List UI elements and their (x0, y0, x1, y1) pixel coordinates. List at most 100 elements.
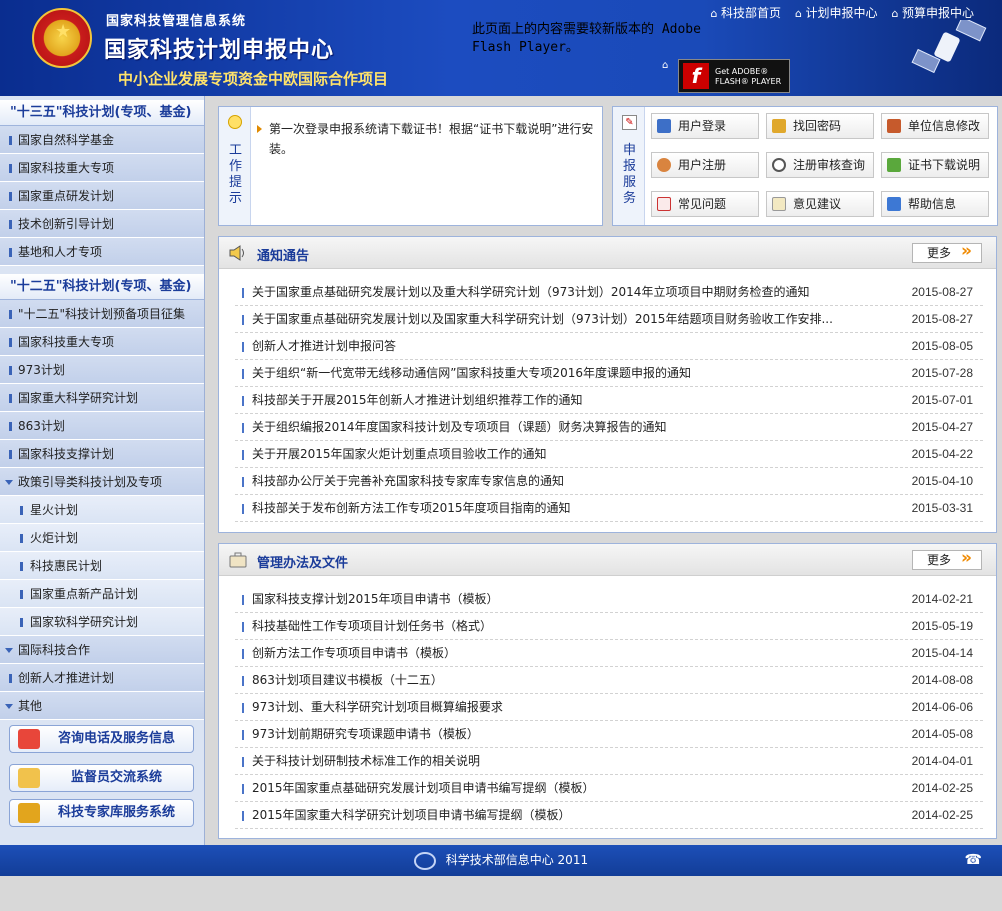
item-date: 2015-04-14 (911, 646, 973, 660)
help-button[interactable]: 帮助信息 (881, 191, 989, 217)
item-date: 2015-04-22 (911, 447, 973, 461)
info-center-logo-icon (413, 851, 436, 870)
documents-list: 国家科技支撑计划2015年项目申请书（模板） 2014-02-21 科技基础性工作专… (235, 586, 983, 829)
sidebar-item-support[interactable]: 国家科技支撑计划 (0, 440, 204, 468)
item-date: 2015-08-27 (911, 312, 973, 326)
feedback-button[interactable]: 意见建议 (766, 191, 874, 217)
item-title-link[interactable]: 973计划、重大科学研究计划项目概算编报要求 (252, 694, 503, 721)
list-item: 关于国家重点基础研究发展计划以及重大科学研究计划（973计划）2014年立项项目… (235, 279, 983, 306)
item-title-link[interactable]: 关于组织编报2014年度国家科技计划及专项项目（课题）财务决算报告的通知 (252, 414, 667, 441)
supervisor-system-button[interactable]: 监督员交流系统 (9, 764, 194, 792)
item-date: 2014-02-25 (911, 781, 973, 795)
item-title-link[interactable]: 863计划项目建议书模板（十二五） (252, 667, 443, 694)
item-date: 2014-04-01 (911, 754, 973, 768)
item-title-link[interactable]: 关于组织“新一代宽带无线移动通信网”国家科技重大专项2016年度课题申报的通知 (252, 360, 691, 387)
get-flash-player-button[interactable]: f Get ADOBE® FLASH® PLAYER (678, 59, 790, 93)
list-item: 关于开展2015年国家火炬计划重点项目验收工作的通知 2015-04-22 (235, 441, 983, 468)
item-title-link[interactable]: 创新方法工作专项项目申请书（模板） (252, 640, 456, 667)
speaker-icon (229, 245, 244, 261)
faq-button[interactable]: 常见问题 (651, 191, 759, 217)
sidebar-item-new-product[interactable]: 国家重点新产品计划 (0, 580, 204, 608)
item-title-link[interactable]: 2015年国家重点基础研究发展计划项目申请书编写提纲（模板） (252, 775, 595, 802)
cert-download-button[interactable]: 证书下载说明 (881, 152, 989, 178)
sidebar-item-973[interactable]: 973计划 (0, 356, 204, 384)
top-nav: 科技部首页 计划申报中心 预算申报中心 (711, 4, 974, 21)
satellite-icon (911, 20, 987, 74)
consult-phone-button[interactable]: 咨询电话及服务信息 (9, 725, 194, 753)
help-icon (887, 197, 901, 211)
flash-message: 此页面上的内容需要较新版本的 Adobe Flash Player。 (472, 22, 701, 55)
system-name: 国家科技管理信息系统 (106, 14, 247, 29)
item-title-link[interactable]: 关于开展2015年国家火炬计划重点项目验收工作的通知 (252, 441, 547, 468)
notices-list: 关于国家重点基础研究发展计划以及重大科学研究计划（973计划）2014年立项项目… (235, 279, 983, 522)
sidebar-item-key-rd[interactable]: 国家重点研发计划 (0, 182, 204, 210)
item-title-link[interactable]: 2015年国家重大科学研究计划项目申请书编写提纲（模板） (252, 802, 571, 829)
service-panel: ✎ 申报服务 用户登录 找回密码 单位信息修改 用户注册 注册审核查询 证书下载… (612, 106, 998, 226)
sidebar-item-major-project[interactable]: 国家科技重大专项 (0, 154, 204, 182)
item-title-link[interactable]: 关于国家重点基础研究发展计划以及重大科学研究计划（973计划）2014年立项项目… (252, 279, 809, 306)
list-item: 关于国家重点基础研究发展计划以及国家重大科学研究计划（973计划）2015年结题… (235, 306, 983, 333)
list-item: 863计划项目建议书模板（十二五） 2014-08-08 (235, 667, 983, 694)
user-login-button[interactable]: 用户登录 (651, 113, 759, 139)
work-tips-panel: 工作提示 第一次登录申报系统请下载证书！根据“证书下载说明”进行安装。 (218, 106, 603, 226)
notices-more-button[interactable]: 更多 (912, 242, 982, 263)
sidebar-item-major-project-12[interactable]: 国家科技重大专项 (0, 328, 204, 356)
nav-link-most-home[interactable]: 科技部首页 (711, 4, 781, 21)
item-title-link[interactable]: 关于科技计划研制技术标准工作的相关说明 (252, 748, 480, 775)
register-query-button[interactable]: 注册审核查询 (766, 152, 874, 178)
sidebar-item-major-science[interactable]: 国家重大科学研究计划 (0, 384, 204, 412)
sidebar-item-torch[interactable]: 火炬计划 (0, 524, 204, 552)
list-item: 973计划、重大科学研究计划项目概算编报要求 2014-06-06 (235, 694, 983, 721)
item-title-link[interactable]: 创新人才推进计划申报问答 (252, 333, 396, 360)
center-title: 国家科技计划申报中心 (104, 38, 335, 63)
sidebar-item-863[interactable]: 863计划 (0, 412, 204, 440)
sidebar-item-base-talent[interactable]: 基地和人才专项 (0, 238, 204, 266)
item-date: 2015-07-01 (911, 393, 973, 407)
documents-title: 管理办法及文件 (257, 556, 349, 571)
list-item: 关于组织编报2014年度国家科技计划及专项项目（课题）财务决算报告的通知 2015… (235, 414, 983, 441)
sidebar-item-talent[interactable]: 创新人才推进计划 (0, 664, 204, 692)
list-item: 关于科技计划研制技术标准工作的相关说明 2014-04-01 (235, 748, 983, 775)
handshake-icon (18, 768, 40, 788)
item-title-link[interactable]: 关于国家重点基础研究发展计划以及国家重大科学研究计划（973计划）2015年结题… (252, 306, 833, 333)
list-item: 2015年国家重大科学研究计划项目申请书编写提纲（模板） 2014-02-25 (235, 802, 983, 829)
list-item: 科技部关于发布创新方法工作专项2015年度项目指南的通知 2015-03-31 (235, 495, 983, 522)
expert-db-button[interactable]: 科技专家库服务系统 (9, 799, 194, 827)
sidebar-group-policy[interactable]: 政策引导类科技计划及专项 (0, 468, 204, 496)
sidebar-item-preliminary[interactable]: "十二五"科技计划预备项目征集 (0, 300, 204, 328)
nav-link-budget-center[interactable]: 预算申报中心 (892, 4, 974, 21)
notices-panel: 通知通告 更多 关于国家重点基础研究发展计划以及重大科学研究计划（973计划）2… (218, 236, 997, 533)
find-password-button[interactable]: 找回密码 (766, 113, 874, 139)
sidebar-item-spark[interactable]: 星火计划 (0, 496, 204, 524)
item-title-link[interactable]: 科技基础性工作专项项目计划任务书（格式） (252, 613, 492, 640)
list-item: 973计划前期研究专项课题申请书（模板） 2014-05-08 (235, 721, 983, 748)
certificate-icon (887, 158, 901, 172)
list-item: 科技部办公厅关于完善补充国家科技专家库专家信息的通知 2015-04-10 (235, 468, 983, 495)
list-item: 科技部关于开展2015年创新人才推进计划组织推荐工作的通知 2015-07-01 (235, 387, 983, 414)
sidebar-item-nsfc[interactable]: 国家自然科学基金 (0, 126, 204, 154)
item-title-link[interactable]: 科技部关于开展2015年创新人才推进计划组织推荐工作的通知 (252, 387, 583, 414)
monitor-icon (657, 119, 671, 133)
item-title-link[interactable]: 科技部关于发布创新方法工作专项2015年度项目指南的通知 (252, 495, 571, 522)
sidebar-item-huimin[interactable]: 科技惠民计划 (0, 552, 204, 580)
user-register-button[interactable]: 用户注册 (651, 152, 759, 178)
item-date: 2014-06-06 (911, 700, 973, 714)
item-title-link[interactable]: 973计划前期研究专项课题申请书（模板） (252, 721, 479, 748)
key-icon (772, 119, 786, 133)
item-title-link[interactable]: 国家科技支撑计划2015年项目申请书（模板） (252, 586, 499, 613)
unit-info-edit-button[interactable]: 单位信息修改 (881, 113, 989, 139)
nav-link-plan-center[interactable]: 计划申报中心 (795, 4, 877, 21)
sidebar-group-other[interactable]: 其他 (0, 692, 204, 720)
item-title-link[interactable]: 科技部办公厅关于完善补充国家科技专家库专家信息的通知 (252, 468, 564, 495)
edit-icon (772, 197, 786, 211)
footer-text: 科学技术部信息中心 2011 (445, 853, 589, 867)
documents-more-button[interactable]: 更多 (912, 549, 982, 570)
national-emblem-icon: ★ (32, 8, 92, 68)
documents-panel: 管理办法及文件 更多 国家科技支撑计划2015年项目申请书（模板） 2014-02… (218, 543, 997, 839)
briefcase-icon (229, 552, 247, 568)
telephone-icon[interactable]: ☎ (965, 845, 982, 876)
sidebar-group-intl[interactable]: 国际科技合作 (0, 636, 204, 664)
sidebar-item-soft-science[interactable]: 国家软科学研究计划 (0, 608, 204, 636)
sidebar-item-tech-innovation[interactable]: 技术创新引导计划 (0, 210, 204, 238)
service-label: 申报服务 (623, 143, 637, 206)
